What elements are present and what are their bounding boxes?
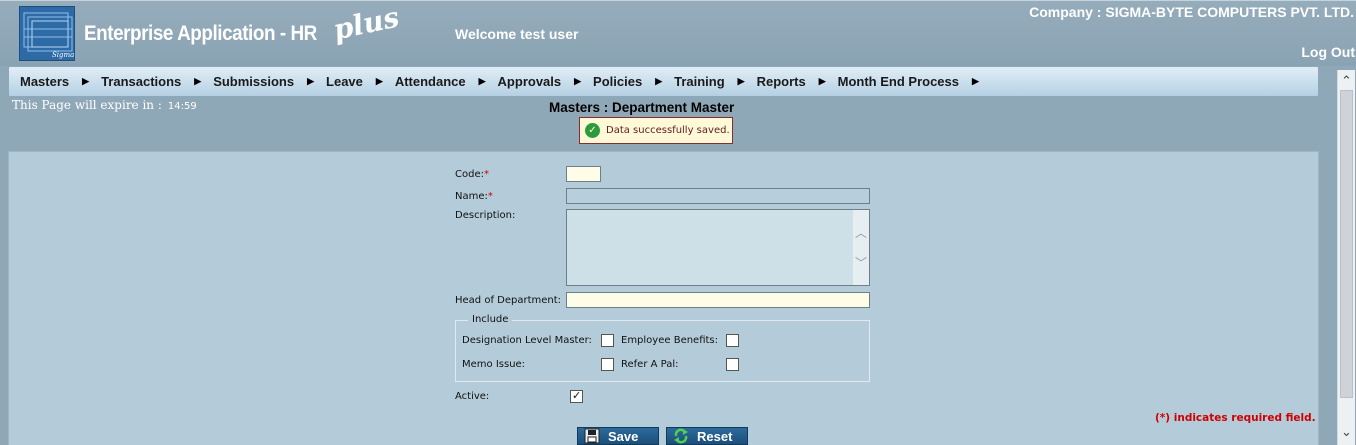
app-title: Enterprise Application - HR [84, 22, 317, 45]
name-field[interactable] [566, 188, 870, 204]
menu-leave[interactable]: Leave ▶ [315, 74, 384, 89]
description-field[interactable]: ︿ ﹀ [566, 209, 870, 286]
description-label: Description: [455, 210, 516, 221]
submenu-arrow-icon: ▶ [818, 76, 826, 86]
sigma-byte-logo: Sigma Byte [19, 6, 75, 61]
submenu-arrow-icon: ▶ [194, 76, 202, 86]
menu-policies[interactable]: Policies ▶ [582, 74, 663, 89]
page-title: Masters : Department Master [549, 100, 735, 115]
app-header: Sigma Byte Enterprise Application - HR p… [0, 0, 1356, 66]
menu-label: Reports [756, 74, 806, 89]
active-checkbox[interactable] [570, 389, 583, 403]
scroll-thumb[interactable] [1340, 90, 1353, 398]
submenu-arrow-icon: ▶ [655, 76, 663, 86]
menu-transactions[interactable]: Transactions ▶ [90, 74, 202, 89]
menu-masters[interactable]: Masters ▶ [9, 74, 90, 89]
submenu-arrow-icon: ▶ [82, 76, 90, 86]
employee-benefits-label: Employee Benefits: [621, 335, 719, 346]
designation-level-master-checkbox[interactable] [601, 334, 614, 347]
refer-a-pal-checkbox[interactable] [726, 358, 739, 371]
menu-label: Leave [326, 74, 363, 89]
menu-label: Masters [20, 74, 70, 89]
name-label: Name:* [455, 191, 493, 202]
designation-level-master-label: Designation Level Master: [462, 335, 592, 346]
description-scrollbar[interactable]: ︿ ﹀ [853, 210, 869, 285]
menu-label: Policies [593, 74, 643, 89]
active-label: Active: [455, 391, 490, 402]
submenu-arrow-icon: ▶ [307, 76, 315, 86]
success-message-text: Data successfully saved. [606, 125, 730, 136]
memo-issue-label: Memo Issue: [462, 359, 526, 370]
chevron-down-icon[interactable]: ﹀ [855, 254, 867, 271]
success-message: ✓ Data successfully saved. [579, 117, 733, 144]
submenu-arrow-icon: ▶ [972, 76, 979, 86]
scroll-down-icon[interactable]: ⌄ [1338, 425, 1355, 441]
menu-label: Training [674, 74, 725, 89]
app-title-suffix: plus [330, 0, 403, 47]
menu-approvals[interactable]: Approvals ▶ [487, 74, 583, 89]
save-button-label: Save [608, 428, 639, 444]
menu-label: Attendance [394, 74, 466, 89]
welcome-message: Welcome test user [455, 26, 579, 42]
menu-label: Month End Process [837, 74, 959, 89]
floppy-disk-icon [584, 428, 600, 444]
menu-label: Submissions [213, 74, 295, 89]
include-legend: Include [468, 314, 513, 325]
expiry-label: This Page will expire in : [12, 98, 162, 112]
required-field-note: (*) indicates required field. [1155, 412, 1316, 424]
submenu-arrow-icon: ▶ [375, 76, 383, 86]
employee-benefits-checkbox[interactable] [726, 334, 739, 347]
menu-label: Transactions [101, 74, 182, 89]
expiry-timer: 14:59 [167, 101, 197, 112]
submenu-arrow-icon: ▶ [737, 76, 745, 86]
menu-submissions[interactable]: Submissions ▶ [202, 74, 315, 89]
save-button[interactable]: Save [577, 427, 659, 445]
scroll-up-icon[interactable]: ⌃ [1338, 74, 1355, 90]
logout-link[interactable]: Log Out [1301, 44, 1355, 60]
session-expiry: This Page will expire in : 14:59 [12, 98, 197, 112]
code-field[interactable] [566, 166, 601, 182]
menu-reports[interactable]: Reports ▶ [746, 74, 827, 89]
refresh-icon [673, 428, 689, 444]
reset-button-label: Reset [697, 428, 733, 444]
menu-attendance[interactable]: Attendance ▶ [384, 74, 487, 89]
menu-month-end-process[interactable]: Month End Process ▶ [827, 74, 980, 89]
refer-a-pal-label: Refer A Pal: [621, 359, 679, 370]
check-circle-icon: ✓ [585, 123, 600, 138]
logo-caption: Sigma Byte [52, 51, 75, 59]
required-asterisk: * [483, 169, 489, 180]
submenu-arrow-icon: ▶ [574, 76, 582, 86]
company-name: Company : SIGMA-BYTE COMPUTERS PVT. LTD. [1029, 4, 1354, 20]
page-scrollbar[interactable]: ⌃ ⌄ [1337, 70, 1355, 445]
main-menu: Masters ▶ Transactions ▶ Submissions ▶ Leav… [8, 66, 1319, 97]
memo-issue-checkbox[interactable] [601, 358, 614, 371]
menu-training[interactable]: Training ▶ [663, 74, 745, 89]
menu-label: Approvals [497, 74, 562, 89]
chevron-up-icon[interactable]: ︿ [855, 224, 867, 241]
code-label: Code:* [455, 169, 489, 180]
head-of-department-field[interactable] [566, 292, 870, 308]
include-group [455, 320, 870, 382]
head-of-department-label: Head of Department: [455, 295, 562, 306]
submenu-arrow-icon: ▶ [478, 76, 486, 86]
required-asterisk: * [487, 191, 493, 202]
reset-button[interactable]: Reset [666, 427, 748, 445]
